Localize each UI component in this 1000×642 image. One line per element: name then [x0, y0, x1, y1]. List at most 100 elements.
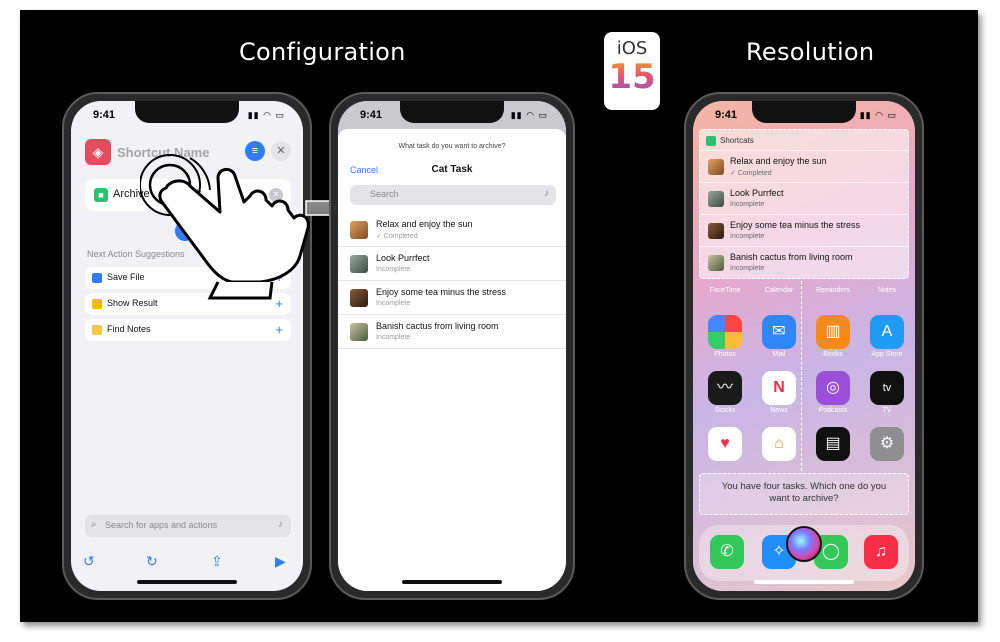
- shortcut-name-field[interactable]: Shortcut Name: [117, 145, 209, 160]
- app-calendar[interactable]: Calendar: [761, 285, 797, 294]
- app-tv[interactable]: tv TV: [869, 371, 905, 414]
- task-picker-sheet: What task do you want to archive? Cancel…: [338, 129, 566, 591]
- app-phone[interactable]: ✆: [709, 535, 745, 569]
- app-mail[interactable]: ✉ Mail: [761, 315, 797, 358]
- suggestion-show-result[interactable]: Show Result +: [85, 293, 291, 315]
- app-notes[interactable]: Notes: [869, 285, 905, 294]
- task-title: Relax and enjoy the sun: [376, 219, 473, 229]
- app-books[interactable]: ▥ Books: [815, 315, 851, 358]
- app-music[interactable]: ♫: [863, 535, 899, 569]
- undo-icon[interactable]: ↺: [83, 553, 95, 570]
- task-row[interactable]: Relax and enjoy the sun ✓ Completed: [700, 150, 908, 182]
- suggestion-label: Save File: [107, 272, 145, 282]
- app-label: TV: [882, 407, 892, 414]
- task-status: Incomplete: [730, 265, 765, 272]
- app-reminders[interactable]: Reminders: [815, 285, 851, 294]
- tv-icon: tv: [870, 371, 904, 405]
- add-icon[interactable]: +: [275, 296, 283, 311]
- redo-icon[interactable]: ↻: [146, 553, 158, 570]
- task-row[interactable]: Enjoy some tea minus the stress Incomple…: [338, 281, 566, 315]
- add-icon[interactable]: +: [275, 322, 283, 337]
- task-row[interactable]: Banish cactus from living room Incomplet…: [338, 315, 566, 349]
- phone2-status-time: 9:41: [360, 109, 383, 121]
- app-facetime[interactable]: FaceTime: [707, 285, 743, 294]
- ios15-logo: iOS 15: [604, 32, 660, 110]
- app-health[interactable]: ♥: [707, 427, 743, 461]
- app-label: Books: [823, 351, 843, 358]
- app-wallet[interactable]: ▤: [815, 427, 851, 461]
- microphone-icon[interactable]: ♪: [544, 188, 549, 199]
- app-home[interactable]: ⌂: [761, 427, 797, 461]
- suggestion-label: Find Notes: [107, 324, 151, 334]
- cat-groom-thumbnail: [350, 255, 368, 273]
- settings-sliders-icon[interactable]: ≡: [245, 141, 265, 161]
- task-row[interactable]: Look Purrfect Incomplete: [700, 182, 908, 214]
- phone-task-picker: 9:41 ▮▮ ◠ ▭ What task do you want to arc…: [329, 92, 575, 600]
- app-settings[interactable]: ⚙: [869, 427, 905, 461]
- phone1-screen: 9:41 ▮▮ ◠ ▭ ◈ Shortcut Name ≡ ✕ ■ Archiv…: [71, 101, 303, 591]
- stocks-icon: 〰: [708, 371, 742, 405]
- task-status: Incomplete: [376, 334, 411, 341]
- cat-groom-thumbnail: [708, 191, 724, 207]
- siri-response-text: You have four tasks. Which one do you wa…: [721, 481, 887, 504]
- suggestion-save-file[interactable]: Save File +: [85, 267, 291, 289]
- share-icon[interactable]: ⇪: [211, 553, 223, 570]
- app-label: Reminders: [816, 287, 850, 294]
- phone1-home-indicator: [137, 580, 237, 584]
- action-label: Archive: [113, 188, 150, 200]
- task-row[interactable]: Look Purrfect Incomplete: [338, 247, 566, 281]
- phone3-screen: 9:41 ▮▮ ◠ ▭ Shortcats Relax and enjoy th…: [693, 101, 915, 591]
- add-icon[interactable]: +: [275, 270, 283, 285]
- picker-prompt: What task do you want to archive?: [398, 143, 506, 150]
- close-icon[interactable]: ✕: [271, 141, 291, 161]
- app-label: FaceTime: [709, 287, 741, 294]
- phone2-home-indicator: [402, 580, 502, 584]
- phone1-notch: [135, 101, 239, 123]
- cat-cactus-thumbnail: [708, 255, 724, 271]
- app-podcasts[interactable]: ◎ Podcasts: [815, 371, 851, 414]
- action-parameter[interactable]: Cat Task: [159, 188, 202, 200]
- picker-title: Cat Task: [431, 164, 473, 175]
- task-title: Banish cactus from living room: [376, 321, 499, 331]
- search-placeholder: Search: [370, 189, 399, 199]
- highlight-divider: [801, 281, 802, 471]
- siri-orb-icon[interactable]: [786, 526, 822, 562]
- siri-response-box: You have four tasks. Which one do you wa…: [699, 473, 909, 515]
- task-row[interactable]: Banish cactus from living room Incomplet…: [700, 246, 908, 278]
- phone1-status-icons: ▮▮ ◠ ▭: [247, 110, 285, 120]
- cat-sun-thumbnail: [708, 159, 724, 175]
- clear-icon[interactable]: ✕: [269, 188, 283, 202]
- folder-icon: [92, 273, 102, 283]
- suggestion-find-notes[interactable]: Find Notes +: [85, 319, 291, 341]
- podcasts-icon: ◎: [816, 371, 850, 405]
- shortcut-stack-icon[interactable]: ◈: [85, 139, 111, 165]
- app-app-store[interactable]: A App Store: [869, 315, 905, 358]
- ios-badge-label: iOS: [616, 38, 648, 59]
- task-status: Incomplete: [730, 201, 765, 208]
- task-status: Incomplete: [730, 233, 765, 240]
- cat-tea-thumbnail: [350, 289, 368, 307]
- app-label: News: [770, 407, 788, 414]
- phone3-status-icons: ▮▮ ◠ ▭: [859, 110, 897, 120]
- task-search-input[interactable]: Search ♪: [350, 185, 556, 205]
- app-news[interactable]: N News: [761, 371, 797, 414]
- archive-action-card[interactable]: ■ Archive Cat Task ✕: [85, 179, 291, 211]
- add-action-button[interactable]: +: [175, 221, 195, 241]
- microphone-icon[interactable]: ♪: [278, 519, 283, 530]
- phone-siri-resolution: 9:41 ▮▮ ◠ ▭ Shortcats Relax and enjoy th…: [684, 92, 924, 600]
- app-stocks[interactable]: 〰 Stocks: [707, 371, 743, 414]
- app-label: Podcasts: [818, 407, 848, 414]
- result-icon: [92, 299, 102, 309]
- task-row[interactable]: Relax and enjoy the sun ✓ Completed: [338, 213, 566, 247]
- actions-search-bar[interactable]: ⌕ Search for apps and actions ♪: [85, 515, 291, 537]
- app-photos[interactable]: Photos: [707, 315, 743, 358]
- mail-icon: ✉: [762, 315, 796, 349]
- panel-title: Shortcats: [720, 136, 754, 145]
- task-row[interactable]: Enjoy some tea minus the stress Incomple…: [700, 214, 908, 246]
- app-label: Stocks: [714, 407, 736, 414]
- phone3-home-indicator: [754, 580, 854, 584]
- play-icon[interactable]: ▶: [275, 553, 286, 570]
- books-icon: ▥: [816, 315, 850, 349]
- phone3-status-time: 9:41: [715, 109, 738, 121]
- slide-background: Configuration Resolution iOS 15 9:41 ▮▮ …: [20, 10, 978, 622]
